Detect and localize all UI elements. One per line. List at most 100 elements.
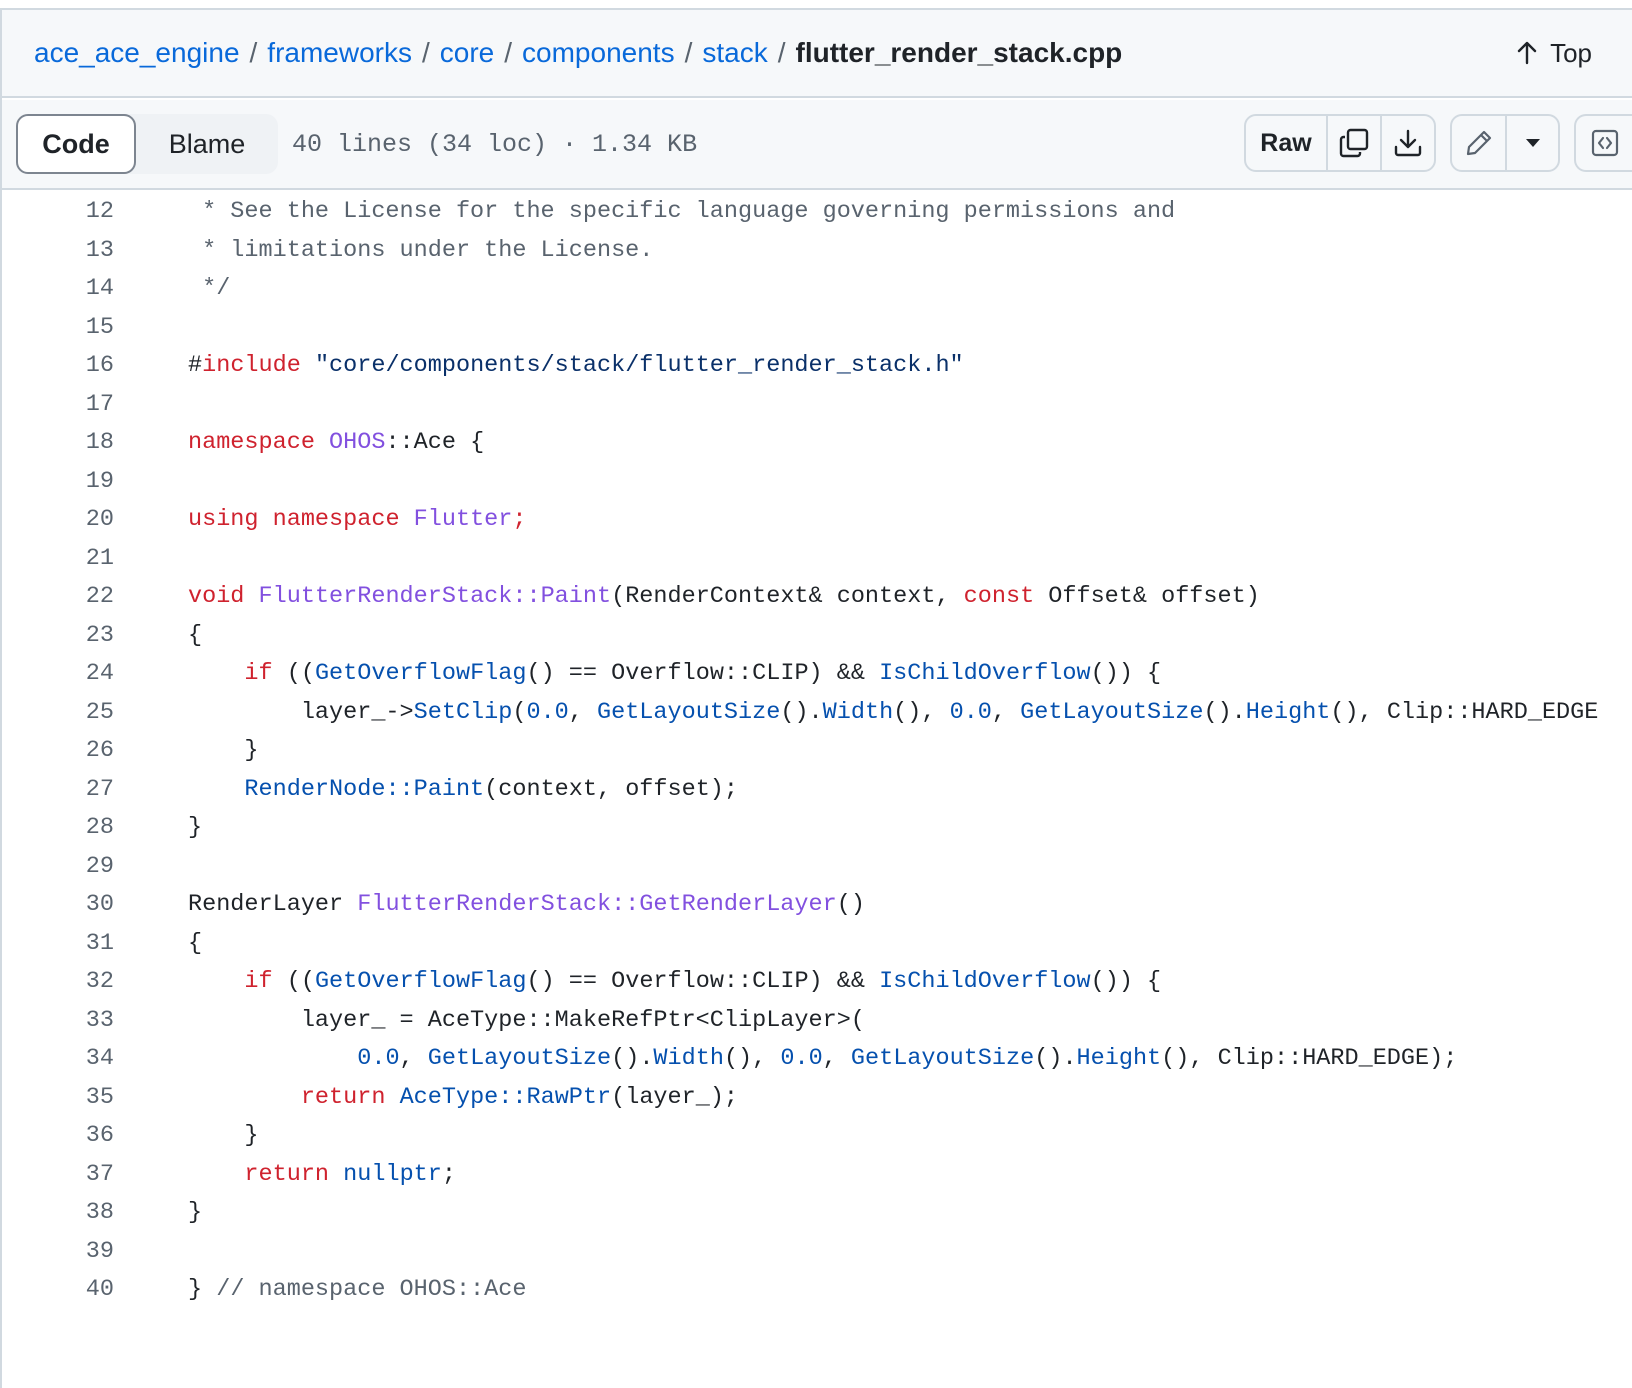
line-number[interactable]: 39: [2, 1232, 114, 1272]
code-line: 22 void FlutterRenderStack::Paint(RenderC…: [2, 577, 1632, 617]
code-line: 25 layer_->SetClip(0.0, GetLayoutSize().…: [2, 693, 1632, 733]
line-number[interactable]: 26: [2, 731, 114, 771]
line-number[interactable]: 30: [2, 885, 114, 925]
code-line: 13 * limitations under the License.: [2, 231, 1632, 271]
breadcrumb-dir-components[interactable]: components: [522, 37, 675, 68]
code-line: 33 layer_ = AceType::MakeRefPtr<ClipLaye…: [2, 1001, 1632, 1041]
symbols-button-group: [1574, 114, 1632, 172]
line-code: namespace OHOS::Ace {: [188, 423, 484, 463]
code-token: ().: [611, 1045, 654, 1072]
line-code: }: [188, 1193, 202, 1233]
line-number[interactable]: 21: [2, 539, 114, 579]
line-number[interactable]: 28: [2, 808, 114, 848]
code-token: OHOS: [329, 429, 386, 456]
line-number[interactable]: 19: [2, 462, 114, 502]
line-number[interactable]: 32: [2, 962, 114, 1002]
code-token: ,: [991, 698, 1021, 726]
line-number[interactable]: 33: [2, 1001, 114, 1041]
code-token: ;: [512, 506, 527, 533]
code-token: void: [188, 583, 245, 610]
download-button[interactable]: [1380, 116, 1434, 170]
code-token: GetLayoutSize: [597, 698, 781, 726]
line-number[interactable]: 38: [2, 1193, 114, 1233]
line-number[interactable]: 15: [2, 308, 114, 348]
raw-button-group: Raw: [1244, 114, 1436, 172]
view-mode-toggle: Code Blame: [16, 114, 278, 174]
code-token: * See the License for the specific langu…: [188, 198, 1176, 225]
line-number[interactable]: 36: [2, 1116, 114, 1156]
code-line: 39: [2, 1232, 1632, 1272]
line-code: return AceType::RawPtr(layer_);: [188, 1078, 738, 1118]
line-code: }: [188, 1116, 258, 1156]
line-number[interactable]: 22: [2, 577, 114, 617]
code-line: 37 return nullptr;: [2, 1155, 1632, 1195]
blame-tab[interactable]: Blame: [140, 114, 274, 174]
line-code: using namespace Flutter;: [188, 500, 526, 540]
breadcrumb-dir-frameworks[interactable]: frameworks: [267, 37, 412, 68]
edit-options-button[interactable]: [1505, 116, 1558, 170]
code-line: 30 RenderLayer FlutterRenderStack::GetRen…: [2, 885, 1632, 925]
code-token: ()) {: [1090, 968, 1162, 995]
line-number[interactable]: 27: [2, 770, 114, 810]
line-number[interactable]: 12: [2, 192, 114, 232]
code-token: (RenderContext& context,: [611, 583, 964, 610]
file-info: 40 lines (34 loc) · 1.34 KB: [292, 130, 698, 159]
code-tab[interactable]: Code: [16, 114, 136, 174]
line-number[interactable]: 31: [2, 924, 114, 964]
line-number[interactable]: 29: [2, 847, 114, 887]
raw-button[interactable]: Raw: [1246, 116, 1326, 170]
line-code: layer_->SetClip(0.0, GetLayoutSize().Wid…: [188, 693, 1599, 733]
breadcrumb-dir-core[interactable]: core: [440, 37, 494, 68]
line-code: * limitations under the License.: [188, 231, 653, 271]
code-token: // namespace OHOS::Ace: [216, 1276, 527, 1303]
breadcrumb-repo-link[interactable]: ace_ace_engine: [34, 37, 240, 68]
code-token: namespace: [188, 429, 315, 456]
code-token: ().: [1203, 698, 1246, 726]
code-token: IsChildOverflow: [879, 968, 1091, 995]
breadcrumb-dir-stack[interactable]: stack: [702, 37, 767, 68]
code-token: if: [244, 660, 273, 687]
line-number[interactable]: 25: [2, 693, 114, 733]
code-token: using: [188, 506, 259, 533]
line-number[interactable]: 20: [2, 500, 114, 540]
line-number[interactable]: 37: [2, 1155, 114, 1195]
code-token: IsChildOverflow: [879, 660, 1091, 687]
code-token: {: [188, 929, 203, 957]
code-token: ,: [822, 1045, 851, 1072]
line-number[interactable]: 14: [2, 269, 114, 309]
line-number[interactable]: 18: [2, 423, 114, 463]
line-code: } // namespace OHOS::Ace: [188, 1270, 526, 1310]
line-number[interactable]: 17: [2, 385, 114, 425]
code-line: 14 */: [2, 269, 1632, 309]
code-line: 23 {: [2, 616, 1632, 656]
line-code: #include "core/components/stack/flutter_…: [188, 346, 964, 386]
line-number[interactable]: 16: [2, 346, 114, 386]
code-line: 26 }: [2, 731, 1632, 771]
code-token: {: [188, 621, 203, 649]
breadcrumb-separator: /: [422, 37, 430, 68]
copy-raw-button[interactable]: [1326, 116, 1380, 170]
download-icon: [1393, 128, 1423, 158]
edit-file-button[interactable]: [1452, 116, 1505, 170]
code-token: RenderLayer: [188, 891, 358, 918]
top-link[interactable]: Top: [1516, 36, 1592, 70]
line-number[interactable]: 23: [2, 616, 114, 656]
code-line: 40 } // namespace OHOS::Ace: [2, 1270, 1632, 1310]
line-number[interactable]: 40: [2, 1270, 114, 1310]
line-number[interactable]: 24: [2, 654, 114, 694]
code-token: (), Clip::HARD_EDGE: [1330, 698, 1599, 726]
line-number[interactable]: 34: [2, 1039, 114, 1079]
code-token: }: [188, 737, 259, 764]
file-header: ace_ace_engine / frameworks / core / component…: [2, 10, 1632, 98]
code-line: 24 if ((GetOverflowFlag() == Overflow::C…: [2, 654, 1632, 694]
code-view[interactable]: 12 * See the License for the specific la…: [2, 192, 1632, 1388]
symbols-panel-button[interactable]: [1576, 116, 1632, 170]
code-line: 16 #include "core/components/stack/flutte…: [2, 346, 1632, 386]
line-code: * See the License for the specific langu…: [188, 192, 1175, 232]
line-number[interactable]: 35: [2, 1078, 114, 1118]
line-number[interactable]: 13: [2, 231, 114, 271]
